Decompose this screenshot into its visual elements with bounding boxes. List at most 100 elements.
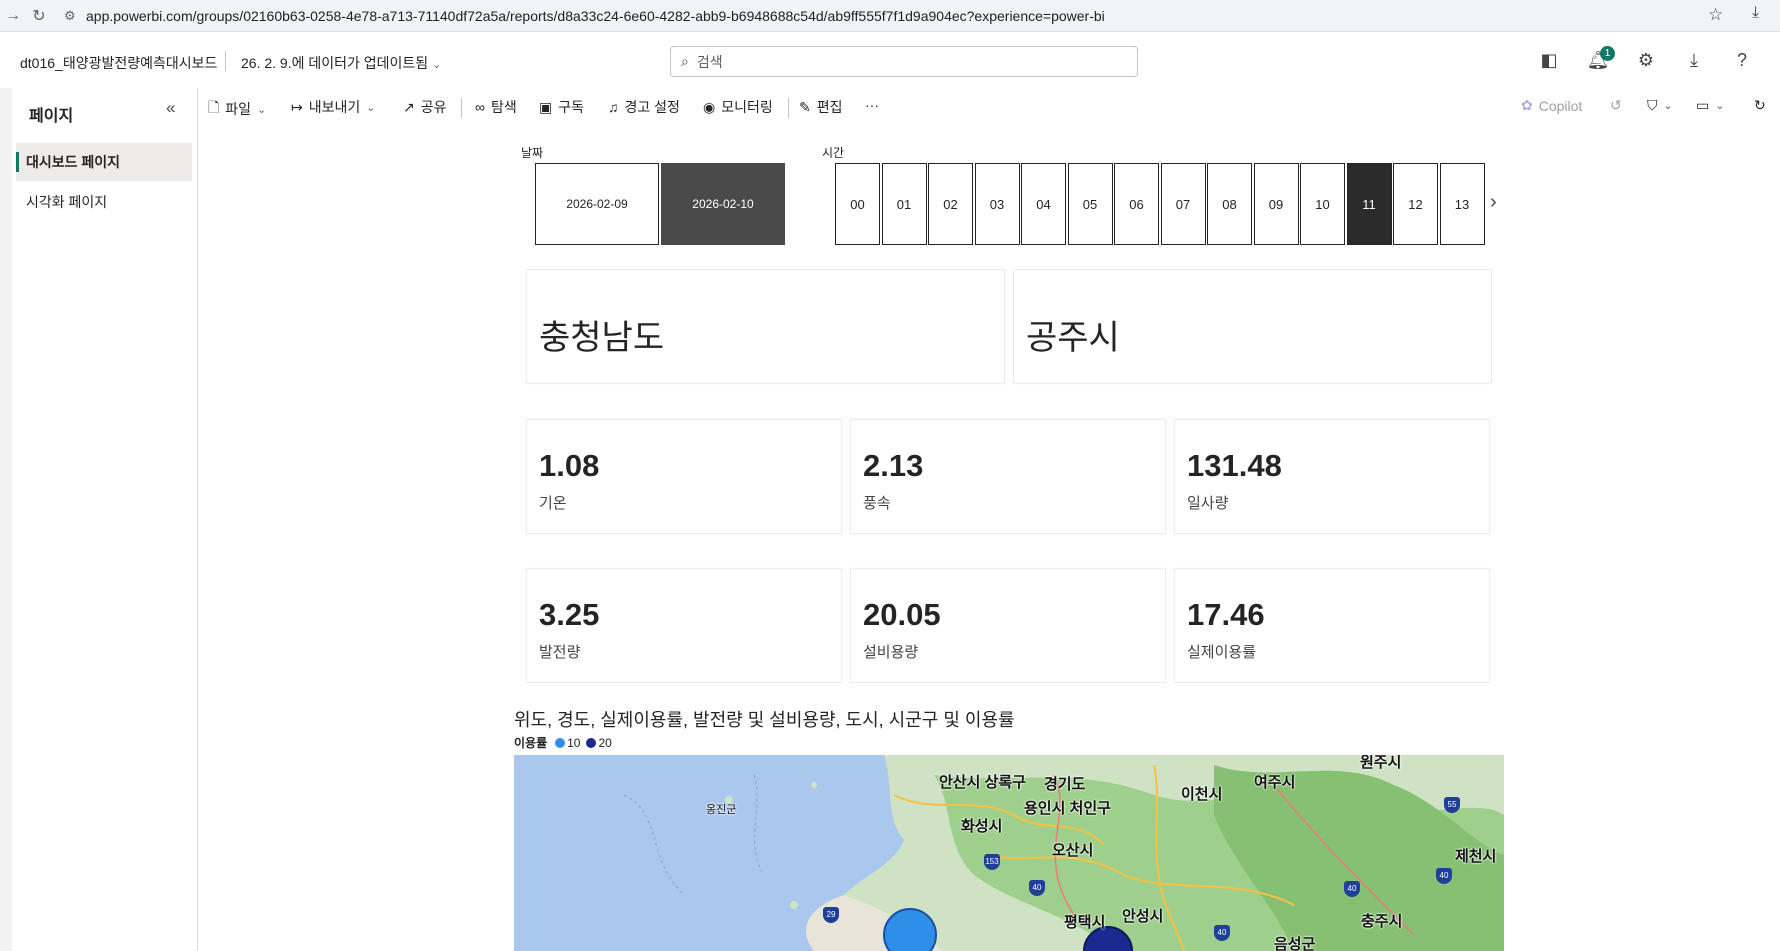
data-updated-dropdown[interactable]: 26. 2. 9.에 데이터가 업데이트됨 ⌄ (241, 53, 441, 73)
toolbar-divider (788, 98, 789, 118)
kpi-value: 17.46 (1187, 597, 1265, 632)
hour-option-label: 11 (1362, 196, 1376, 212)
kpi-value: 1.08 (539, 448, 600, 483)
refresh-icon[interactable]: ↻ (1754, 97, 1766, 114)
hour-slicer-option[interactable]: 04 (1021, 163, 1066, 245)
hour-slicer-option[interactable]: 13 (1439, 163, 1485, 245)
page-item-visualization[interactable]: 시각화 페이지 (16, 183, 192, 221)
search-input[interactable]: ⌕ 검색 (670, 46, 1138, 77)
legend-item[interactable]: 20 (586, 735, 612, 750)
map-visual-title: 위도, 경도, 실제이용률, 발전량 및 설비용량, 도시, 시군구 및 이용률 (514, 710, 1015, 730)
date-slicer-option[interactable]: 2026-02-09 (535, 163, 659, 245)
set-alert-button[interactable]: ♫ 경고 설정 (608, 97, 680, 117)
hour-slicer-option[interactable]: 10 (1300, 163, 1345, 245)
hour-option-label: 09 (1268, 196, 1284, 212)
map-label: 제천시 (1455, 848, 1497, 865)
hour-slicer-option[interactable]: 12 (1393, 163, 1438, 245)
back-icon[interactable]: → (0, 7, 26, 25)
monitoring-button[interactable]: ◉ 모니터링 (703, 97, 773, 117)
map-label: 용인시 처인구 (1024, 800, 1111, 817)
date-slicer-option-selected[interactable]: 2026-02-10 (661, 163, 785, 245)
hour-option-label: 07 (1175, 196, 1191, 212)
bookmark-star-icon[interactable]: ☆ (1708, 5, 1723, 25)
view-icon: ▭ (1696, 97, 1710, 113)
kpi-card-temperature: 1.08 기온 (526, 419, 842, 534)
legend-label: 10 (567, 735, 581, 750)
hour-slicer-option[interactable]: 02 (928, 163, 973, 245)
legend-item[interactable]: 10 (555, 736, 580, 750)
subscribe-button[interactable]: ▣ 구독 (539, 97, 584, 117)
share-button[interactable]: ↗ 공유 (403, 97, 447, 117)
copilot-button[interactable]: ✿ Copilot (1521, 97, 1582, 114)
help-icon[interactable]: ? (1730, 50, 1754, 71)
kpi-value: 2.13 (863, 448, 924, 483)
bookmark-button[interactable]: ⛉ ⌄ (1647, 97, 1673, 114)
chevron-right-icon[interactable]: › (1490, 191, 1497, 214)
explore-button[interactable]: ∞ 탐색 (475, 97, 517, 117)
download-icon[interactable]: ⤓ (1752, 4, 1759, 22)
page-item-label: 대시보드 페이지 (26, 154, 121, 170)
kpi-card-irradiance: 131.48 일사량 (1174, 419, 1490, 534)
province-card: 충청남도 (526, 269, 1005, 384)
chevron-down-icon: ⌄ (366, 101, 376, 114)
map-visual[interactable]: 안산시 상록구 경기도 용인시 처인구 이천시 여주시 원주시 화성시 오산시 … (514, 755, 1504, 951)
report-action-bar: 🗋︎ 파일 ⌄ ↦ 내보내기 ⌄ ↗ 공유 ∞ 탐색 ▣ 구독 ♫ 경고 설정 ◉ 모니터링 ✎ 편… (199, 88, 1780, 126)
kpi-label: 실제이용률 (1187, 644, 1257, 661)
export-menu-button[interactable]: ↦ 내보내기 ⌄ (291, 97, 375, 117)
explore-label: 탐색 (490, 99, 517, 115)
file-menu-button[interactable]: 🗋︎ 파일 ⌄ (208, 97, 266, 121)
chevron-down-icon: ⌄ (432, 59, 442, 71)
map-label: 옹진군 (706, 804, 737, 816)
hour-slicer-option[interactable]: 07 (1160, 163, 1206, 245)
edit-button[interactable]: ✎ 편집 (799, 97, 843, 117)
hour-option-label: 02 (943, 196, 958, 212)
city-card: 공주시 (1013, 269, 1492, 384)
address-bar[interactable]: ⚙ app.powerbi.com/groups/02160b63-0258-4… (64, 3, 1724, 29)
hour-option-label: 01 (896, 196, 912, 212)
site-settings-icon[interactable]: ⚙ (64, 8, 86, 24)
highway-shield: 29 (823, 907, 839, 923)
pane-toggle-icon[interactable]: ◧ (1537, 50, 1561, 71)
reload-icon[interactable]: ↻ (26, 6, 52, 26)
copilot-label: Copilot (1538, 97, 1583, 114)
legend-label: 20 (598, 735, 612, 750)
report-name[interactable]: dt016_태양광발전량예측대시보드 (20, 53, 217, 73)
legend-title: 이용률 (514, 736, 548, 750)
search-icon: ⌕ (681, 53, 689, 69)
more-options-button[interactable]: ··· (865, 97, 879, 113)
toolbar-divider (461, 98, 462, 118)
map-label: 경기도 (1044, 776, 1086, 793)
map-label: 여주시 (1254, 774, 1296, 791)
bookmark-icon: ⛉ (1647, 97, 1658, 113)
hour-slicer-option[interactable]: 03 (974, 163, 1020, 245)
highway-shield: 55 (1444, 797, 1460, 813)
hour-slicer-option[interactable]: 01 (881, 163, 927, 245)
map-label: 화성시 (961, 818, 1003, 835)
chevron-down-icon: ⌄ (257, 103, 267, 116)
legend-dot (555, 737, 566, 748)
hour-option-label: 13 (1454, 196, 1470, 212)
settings-gear-icon[interactable]: ⚙ (1634, 50, 1658, 71)
download-icon[interactable]: ⤓ (1682, 50, 1706, 71)
kpi-label: 설비용량 (863, 644, 919, 661)
hour-slicer-option[interactable]: 09 (1253, 163, 1299, 245)
page-item-dashboard[interactable]: 대시보드 페이지 (16, 143, 192, 181)
hour-slicer-option[interactable]: 08 (1207, 163, 1252, 245)
map-label: 음성군 (1274, 936, 1316, 951)
hour-slicer-option-selected[interactable]: 11 (1346, 163, 1392, 245)
hour-slicer-option[interactable]: 05 (1067, 163, 1113, 245)
search-placeholder: 검색 (696, 53, 723, 70)
kpi-label: 기온 (539, 495, 567, 512)
url-text[interactable]: app.powerbi.com/groups/02160b63-0258-4e7… (86, 8, 1105, 24)
page-item-label: 시각화 페이지 (26, 194, 108, 210)
collapse-pane-icon[interactable]: « (166, 98, 175, 118)
hour-slicer-option[interactable]: 06 (1114, 163, 1159, 245)
map-label: 안산시 상록구 (939, 774, 1026, 791)
hour-slicer-option[interactable]: 00 (835, 163, 880, 245)
view-button[interactable]: ▭ ⌄ (1696, 97, 1724, 114)
reset-icon[interactable]: ↺ (1610, 97, 1622, 114)
pages-pane-title: 페이지 (29, 108, 74, 125)
file-label: 파일 (225, 101, 252, 117)
kpi-value: 20.05 (863, 597, 941, 632)
hour-option-label: 10 (1315, 196, 1330, 212)
